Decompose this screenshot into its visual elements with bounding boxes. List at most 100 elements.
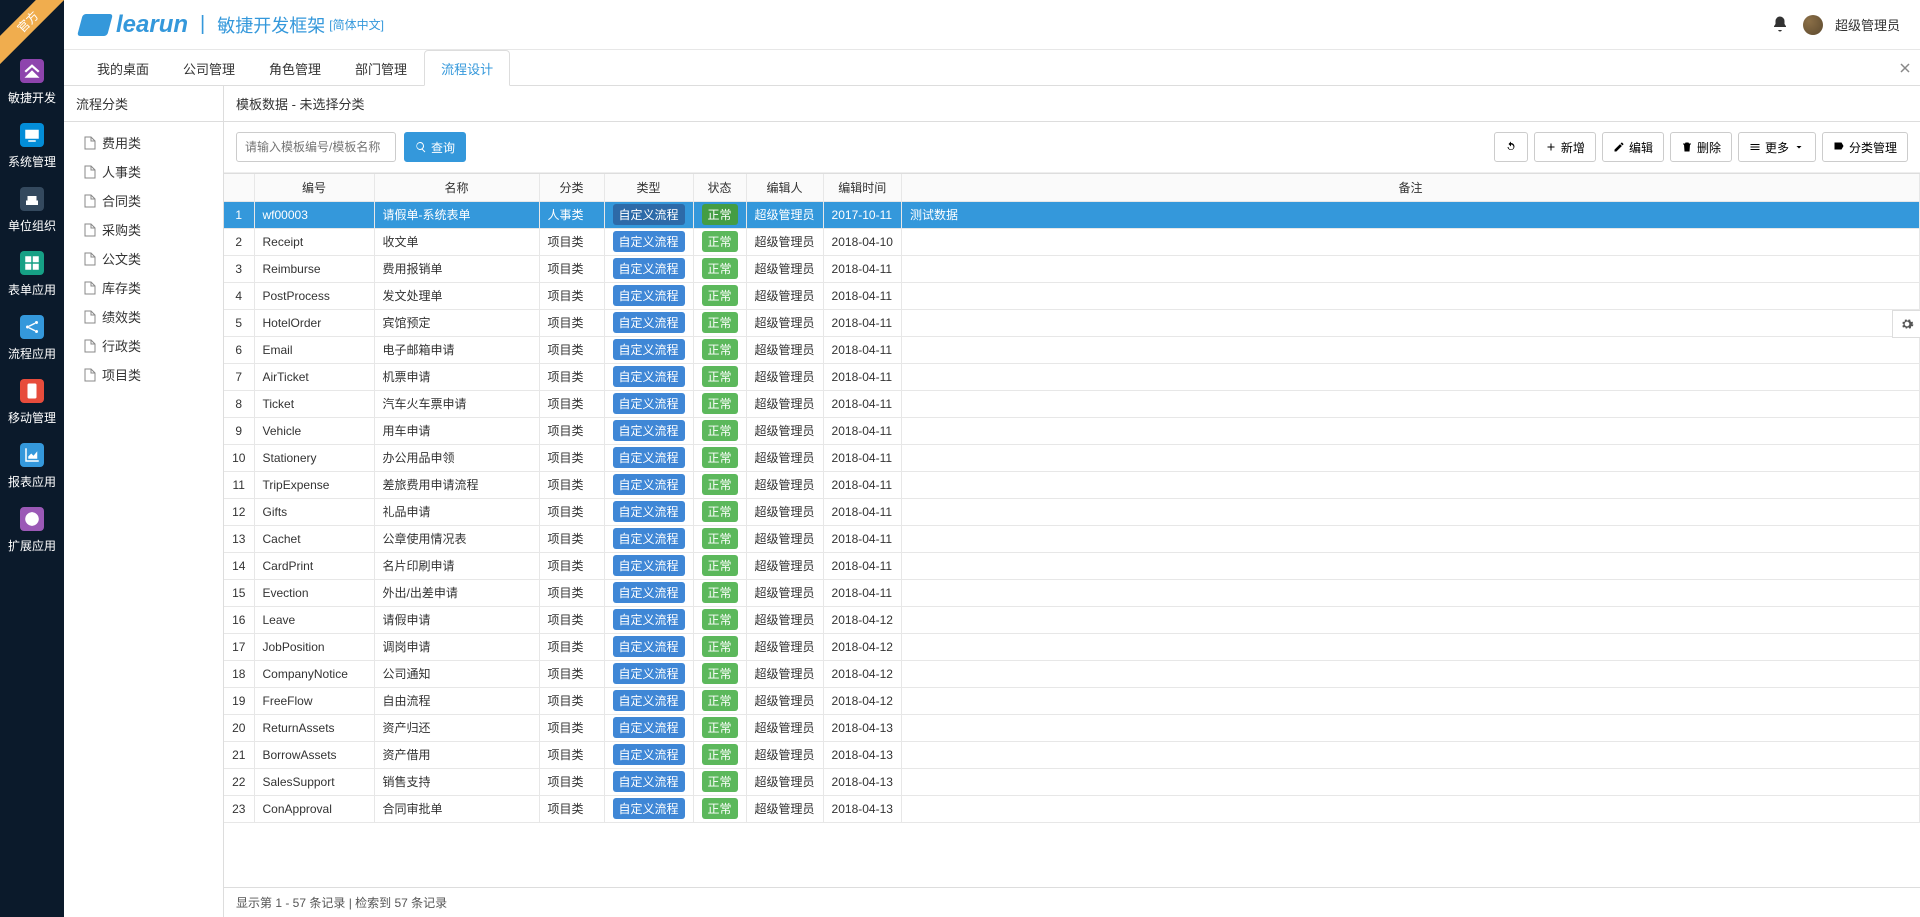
table-row[interactable]: 13Cachet公章使用情况表项目类自定义流程正常超级管理员2018-04-11	[224, 525, 1920, 552]
type-badge: 自定义流程	[613, 231, 685, 252]
delete-button[interactable]: 删除	[1670, 132, 1732, 162]
table-row[interactable]: 8Ticket汽车火车票申请项目类自定义流程正常超级管理员2018-04-11	[224, 390, 1920, 417]
brand-name: learun	[116, 11, 188, 39]
tab-1[interactable]: 公司管理	[166, 50, 252, 85]
table-row[interactable]: 2Receipt收文单项目类自定义流程正常超级管理员2018-04-10	[224, 228, 1920, 255]
more-button[interactable]: 更多	[1738, 132, 1816, 162]
type-badge: 自定义流程	[613, 285, 685, 306]
table-row[interactable]: 19FreeFlow自由流程项目类自定义流程正常超级管理员2018-04-12	[224, 687, 1920, 714]
col-header[interactable]: 分类	[539, 174, 604, 201]
table-row[interactable]: 6Email电子邮箱申请项目类自定义流程正常超级管理员2018-04-11	[224, 336, 1920, 363]
status-badge: 正常	[702, 339, 738, 360]
table-row[interactable]: 4PostProcess发文处理单项目类自定义流程正常超级管理员2018-04-…	[224, 282, 1920, 309]
settings-gear-icon[interactable]	[1892, 310, 1920, 338]
rail-icon	[20, 251, 44, 275]
tree-item-2[interactable]: 合同类	[64, 186, 223, 215]
search-input[interactable]	[236, 132, 396, 162]
tab-2[interactable]: 角色管理	[252, 50, 338, 85]
rail-item-1[interactable]: 系统管理	[0, 114, 64, 178]
tree-item-6[interactable]: 绩效类	[64, 302, 223, 331]
table-row[interactable]: 17JobPosition调岗申请项目类自定义流程正常超级管理员2018-04-…	[224, 633, 1920, 660]
status-badge: 正常	[702, 258, 738, 279]
rail-icon	[20, 379, 44, 403]
col-header[interactable]	[224, 174, 254, 201]
table-row[interactable]: 1wf00003请假单-系统表单人事类自定义流程正常超级管理员2017-10-1…	[224, 201, 1920, 228]
col-header[interactable]: 备注	[901, 174, 1919, 201]
col-header[interactable]: 类型	[604, 174, 693, 201]
status-badge: 正常	[702, 312, 738, 333]
col-header[interactable]: 编辑人	[746, 174, 823, 201]
type-badge: 自定义流程	[613, 717, 685, 738]
table-row[interactable]: 15Evection外出/出差申请项目类自定义流程正常超级管理员2018-04-…	[224, 579, 1920, 606]
lang-switch[interactable]: [简体中文]	[329, 16, 384, 33]
table-row[interactable]: 12Gifts礼品申请项目类自定义流程正常超级管理员2018-04-11	[224, 498, 1920, 525]
tab-0[interactable]: 我的桌面	[80, 50, 166, 85]
top-header: learun | 敏捷开发框架 [简体中文] 超级管理员	[0, 0, 1920, 50]
edit-button[interactable]: 编辑	[1602, 132, 1664, 162]
table-row[interactable]: 11TripExpense差旅费用申请流程项目类自定义流程正常超级管理员2018…	[224, 471, 1920, 498]
table-row[interactable]: 20ReturnAssets资产归还项目类自定义流程正常超级管理员2018-04…	[224, 714, 1920, 741]
tab-3[interactable]: 部门管理	[338, 50, 424, 85]
table-row[interactable]: 9Vehicle用车申请项目类自定义流程正常超级管理员2018-04-11	[224, 417, 1920, 444]
col-header[interactable]: 编辑时间	[823, 174, 901, 201]
table-row[interactable]: 16Leave请假申请项目类自定义流程正常超级管理员2018-04-12	[224, 606, 1920, 633]
rail-item-5[interactable]: 移动管理	[0, 370, 64, 434]
table-row[interactable]: 7AirTicket机票申请项目类自定义流程正常超级管理员2018-04-11	[224, 363, 1920, 390]
type-badge: 自定义流程	[613, 474, 685, 495]
col-header[interactable]: 编号	[254, 174, 374, 201]
category-manage-button[interactable]: 分类管理	[1822, 132, 1908, 162]
add-button[interactable]: 新增	[1534, 132, 1596, 162]
tree-item-8[interactable]: 项目类	[64, 360, 223, 389]
table-row[interactable]: 18CompanyNotice公司通知项目类自定义流程正常超级管理员2018-0…	[224, 660, 1920, 687]
refresh-button[interactable]	[1494, 132, 1528, 162]
logo-mark-icon	[77, 14, 113, 36]
rail-icon	[20, 187, 44, 211]
search-button[interactable]: 查询	[404, 132, 466, 162]
table-row[interactable]: 21BorrowAssets资产借用项目类自定义流程正常超级管理员2018-04…	[224, 741, 1920, 768]
logo[interactable]: learun	[80, 11, 188, 39]
type-badge: 自定义流程	[613, 798, 685, 819]
table-row[interactable]: 5HotelOrder宾馆预定项目类自定义流程正常超级管理员2018-04-11	[224, 309, 1920, 336]
category-sidebar: 流程分类 费用类人事类合同类采购类公文类库存类绩效类行政类项目类	[64, 86, 224, 917]
status-badge: 正常	[702, 744, 738, 765]
file-icon	[84, 223, 96, 237]
rail-item-4[interactable]: 流程应用	[0, 306, 64, 370]
file-icon	[84, 310, 96, 324]
rail-item-7[interactable]: 扩展应用	[0, 498, 64, 562]
type-badge: 自定义流程	[613, 420, 685, 441]
rail-item-6[interactable]: 报表应用	[0, 434, 64, 498]
tree-item-1[interactable]: 人事类	[64, 157, 223, 186]
type-badge: 自定义流程	[613, 609, 685, 630]
type-badge: 自定义流程	[613, 501, 685, 522]
rail-item-3[interactable]: 表单应用	[0, 242, 64, 306]
file-icon	[84, 194, 96, 208]
status-badge: 正常	[702, 717, 738, 738]
col-header[interactable]: 状态	[693, 174, 746, 201]
table-row[interactable]: 3Reimburse费用报销单项目类自定义流程正常超级管理员2018-04-11	[224, 255, 1920, 282]
table-row[interactable]: 22SalesSupport销售支持项目类自定义流程正常超级管理员2018-04…	[224, 768, 1920, 795]
table-row[interactable]: 14CardPrint名片印刷申请项目类自定义流程正常超级管理员2018-04-…	[224, 552, 1920, 579]
tree-item-5[interactable]: 库存类	[64, 273, 223, 302]
tree-item-7[interactable]: 行政类	[64, 331, 223, 360]
status-badge: 正常	[702, 528, 738, 549]
tree-item-4[interactable]: 公文类	[64, 244, 223, 273]
tree-item-3[interactable]: 采购类	[64, 215, 223, 244]
file-icon	[84, 165, 96, 179]
sidebar-title: 流程分类	[64, 86, 223, 122]
tree-item-0[interactable]: 费用类	[64, 128, 223, 157]
col-header[interactable]: 名称	[374, 174, 539, 201]
bell-icon[interactable]	[1771, 15, 1791, 35]
status-badge: 正常	[702, 285, 738, 306]
avatar[interactable]	[1803, 15, 1823, 35]
rail-item-2[interactable]: 单位组织	[0, 178, 64, 242]
status-badge: 正常	[702, 555, 738, 576]
brand-subtitle: 敏捷开发框架	[217, 12, 325, 38]
username[interactable]: 超级管理员	[1835, 15, 1900, 34]
tabs-close-icon[interactable]	[1890, 50, 1920, 85]
table-row[interactable]: 23ConApproval合同审批单项目类自定义流程正常超级管理员2018-04…	[224, 795, 1920, 822]
file-icon	[84, 252, 96, 266]
tab-4[interactable]: 流程设计	[424, 50, 510, 86]
type-badge: 自定义流程	[613, 258, 685, 279]
table-row[interactable]: 10Stationery办公用品申领项目类自定义流程正常超级管理员2018-04…	[224, 444, 1920, 471]
type-badge: 自定义流程	[613, 393, 685, 414]
